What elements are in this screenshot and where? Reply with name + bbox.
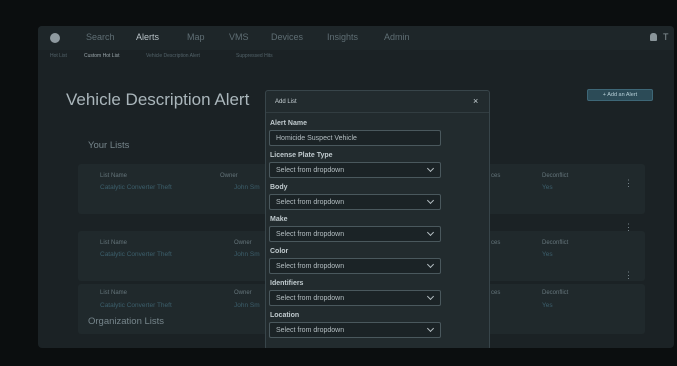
nav-devices[interactable]: Devices — [271, 32, 303, 42]
identifiers-select[interactable]: Select from dropdown — [269, 290, 441, 306]
screen-bezel: Search Alerts Map VMS Devices Insights A… — [0, 0, 677, 366]
chevron-down-icon — [426, 164, 435, 173]
owner-value: John Sm — [234, 251, 260, 258]
owner-value: John Sm — [234, 302, 260, 309]
make-placeholder: Select from dropdown — [276, 231, 345, 238]
identifiers-label: Identifiers — [270, 280, 304, 287]
alert-name-value: Homicide Suspect Vehicle — [276, 135, 357, 142]
nav-admin[interactable]: Admin — [384, 32, 410, 42]
page-title: Vehicle Description Alert — [66, 90, 250, 109]
kebab-menu-icon[interactable]: ⋮ — [624, 270, 633, 281]
body-label: Body — [270, 184, 288, 191]
owner-value: John Sm — [234, 184, 260, 191]
list-name-label: List Name — [100, 240, 128, 246]
list-name-value[interactable]: Catalytic Converter Theft — [100, 251, 172, 258]
add-alert-button[interactable]: + Add an Alert — [587, 89, 653, 101]
license-plate-type-label: License Plate Type — [270, 152, 333, 159]
nav-map[interactable]: Map — [187, 32, 205, 42]
deconflict-label: Deconflict — [542, 173, 569, 179]
body-select[interactable]: Select from dropdown — [269, 194, 441, 210]
color-select[interactable]: Select from dropdown — [269, 258, 441, 274]
license-plate-type-select[interactable]: Select from dropdown — [269, 162, 441, 178]
location-label: Location — [270, 312, 300, 319]
nav-alerts[interactable]: Alerts — [136, 32, 159, 42]
subnav-vehicle-description-alert[interactable]: Vehicle Description Alert — [146, 53, 200, 59]
subnav-custom-hot-list[interactable]: Custom Hot List — [84, 53, 120, 59]
subnav-suppressed-hits[interactable]: Suppressed Hits — [236, 53, 273, 59]
owner-label: Owner — [234, 240, 252, 246]
make-label: Make — [270, 216, 288, 223]
chevron-down-icon — [426, 260, 435, 269]
user-menu[interactable]: T — [663, 32, 669, 42]
alert-name-label: Alert Name — [270, 120, 307, 127]
nav-vms[interactable]: VMS — [229, 32, 249, 42]
top-nav: Search Alerts Map VMS Devices Insights A… — [38, 26, 674, 50]
identifiers-placeholder: Select from dropdown — [276, 295, 345, 302]
your-lists-heading: Your Lists — [88, 140, 130, 151]
deconflict-label: Deconflict — [542, 240, 569, 246]
deconflict-value: Yes — [542, 184, 553, 191]
nav-search[interactable]: Search — [86, 32, 115, 42]
chevron-down-icon — [426, 292, 435, 301]
body-placeholder: Select from dropdown — [276, 199, 345, 206]
license-plate-type-placeholder: Select from dropdown — [276, 167, 345, 174]
subnav-hot-list[interactable]: Hot List — [50, 53, 67, 59]
sub-nav: Hot List Custom Hot List Vehicle Descrip… — [38, 50, 674, 64]
list-name-label: List Name — [100, 290, 128, 296]
sources-label: ces — [491, 240, 501, 246]
color-placeholder: Select from dropdown — [276, 263, 345, 270]
list-name-label: List Name — [100, 173, 128, 179]
modal-header: Add List × — [266, 91, 489, 113]
deconflict-value: Yes — [542, 302, 553, 309]
list-name-value[interactable]: Catalytic Converter Theft — [100, 302, 172, 309]
add-list-modal: Add List × Alert Name Homicide Suspect V… — [265, 90, 490, 348]
alert-name-input[interactable]: Homicide Suspect Vehicle — [269, 130, 441, 146]
nav-insights[interactable]: Insights — [327, 32, 358, 42]
chevron-down-icon — [426, 228, 435, 237]
deconflict-label: Deconflict — [542, 290, 569, 296]
owner-label: Owner — [234, 290, 252, 296]
kebab-menu-icon[interactable]: ⋮ — [624, 222, 633, 233]
owner-label: Owner — [220, 173, 238, 179]
modal-title: Add List — [275, 99, 297, 105]
location-select[interactable]: Select from dropdown — [269, 322, 441, 338]
sources-label: ces — [491, 290, 501, 296]
deconflict-value: Yes — [542, 251, 553, 258]
location-placeholder: Select from dropdown — [276, 327, 345, 334]
organization-lists-heading: Organization Lists — [88, 316, 165, 327]
close-icon[interactable]: × — [473, 96, 478, 106]
make-select[interactable]: Select from dropdown — [269, 226, 441, 242]
chevron-down-icon — [426, 324, 435, 333]
app-window: Search Alerts Map VMS Devices Insights A… — [38, 26, 674, 348]
list-name-value[interactable]: Catalytic Converter Theft — [100, 184, 172, 191]
logo-icon[interactable] — [50, 33, 60, 43]
kebab-menu-icon[interactable]: ⋮ — [624, 178, 633, 189]
color-label: Color — [270, 248, 289, 255]
chevron-down-icon — [426, 196, 435, 205]
sources-label: ces — [491, 173, 501, 179]
bell-icon[interactable] — [650, 33, 657, 41]
